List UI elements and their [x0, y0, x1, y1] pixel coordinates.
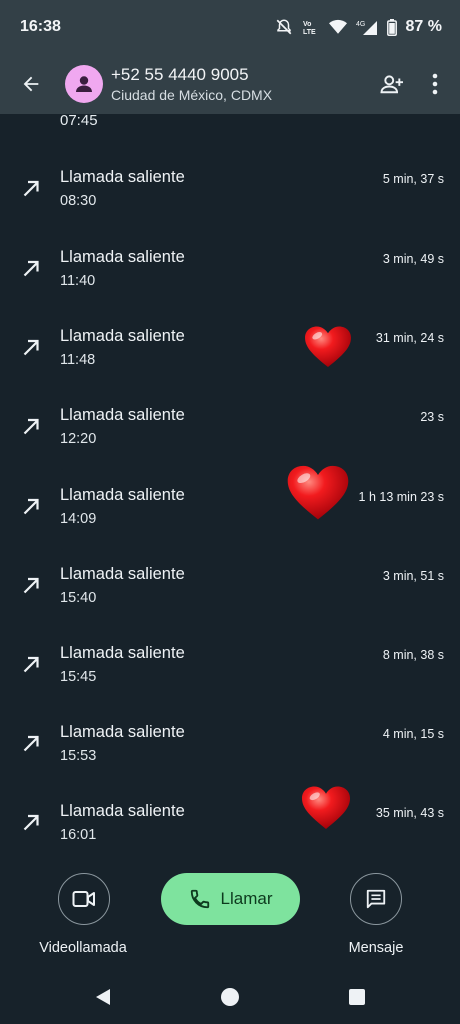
call-duration: 5 min, 37 s: [382, 172, 444, 186]
video-call-label: Videollamada: [39, 940, 127, 956]
call-row[interactable]: Llamada saliente 08:30 5 min, 37 s: [0, 162, 460, 241]
call-row[interactable]: Llamada saliente 15:40 3 min, 51 s: [0, 559, 460, 638]
outgoing-call-icon: [23, 339, 39, 356]
call-time: 12:20: [60, 431, 97, 447]
contact-phone: +52 55 4440 9005: [111, 65, 249, 84]
call-row[interactable]: Llamada saliente 12:20 23 s: [0, 400, 460, 479]
contact-info: +52 55 4440 9005 Ciudad de México, CDMX: [111, 64, 272, 104]
call-duration: 3 min, 51 s: [382, 569, 444, 583]
status-icons: Vo LTE 4G 87 %: [275, 18, 442, 36]
system-nav-bar: [0, 968, 460, 1024]
call-time: 15:53: [60, 748, 97, 764]
call-type: Llamada saliente: [60, 327, 185, 345]
nav-home-icon[interactable]: [219, 986, 241, 1008]
call-row[interactable]: Llamada saliente 15:53 4 min, 15 s: [0, 717, 460, 796]
call-time: 11:48: [60, 352, 96, 368]
call-type: Llamada saliente: [60, 802, 185, 820]
call-row[interactable]: Llamada saliente 11:40 3 min, 49 s: [0, 242, 460, 321]
action-bar: Videollamada Llamar Mensaje: [0, 858, 460, 968]
call-duration: 35 min, 43 s: [375, 806, 444, 820]
nav-back-icon[interactable]: [92, 986, 114, 1008]
call-duration: 23 s: [420, 410, 444, 424]
call-row[interactable]: Llamada saliente 11:48 31 min, 24 s: [0, 321, 460, 400]
call-time: 11:40: [60, 273, 96, 289]
call-time: 15:40: [60, 590, 97, 606]
call-row[interactable]: Llamada saliente 14:09 1 h 13 min 23 s: [0, 480, 460, 559]
person-icon: [76, 76, 92, 92]
outgoing-call-icon: [23, 577, 39, 594]
call-type: Llamada saliente: [60, 486, 185, 504]
call-duration: 4 min, 15 s: [382, 727, 444, 741]
video-call-button[interactable]: [58, 873, 110, 925]
message-label: Mensaje: [348, 940, 404, 956]
call-button[interactable]: Llamar: [161, 873, 300, 925]
call-time: 16:01: [60, 827, 97, 843]
outgoing-call-icon: [23, 735, 39, 752]
message-button[interactable]: [350, 873, 402, 925]
heart-sticker: [305, 326, 351, 368]
video-icon: [72, 891, 95, 907]
contact-location: Ciudad de México, CDMX: [111, 87, 273, 103]
partial-row-time: 07:45: [60, 114, 98, 129]
call-duration: 31 min, 24 s: [375, 331, 444, 345]
back-arrow-icon[interactable]: [3, 56, 59, 112]
signal-icon: 4G: [356, 19, 378, 35]
avatar: [65, 65, 103, 103]
outgoing-call-icon: [23, 814, 39, 831]
app-bar: +52 55 4440 9005 Ciudad de México, CDMX: [0, 54, 460, 114]
message-icon: [366, 889, 386, 909]
call-type: Llamada saliente: [60, 168, 185, 186]
more-vert-icon[interactable]: [417, 64, 453, 104]
nav-recents-icon[interactable]: [346, 986, 368, 1008]
call-duration: 1 h 13 min 23 s: [358, 490, 444, 504]
volte-icon: Vo LTE: [302, 19, 320, 35]
call-time: 15:45: [60, 669, 97, 685]
outgoing-call-icon: [23, 498, 39, 515]
call-history-list[interactable]: 07:45 Llamada saliente 08:30 5 min, 37 s…: [0, 114, 460, 858]
call-row[interactable]: Llamada saliente 16:01 35 min, 43 s: [0, 796, 460, 858]
svg-text:Vo: Vo: [303, 21, 311, 28]
call-type: Llamada saliente: [60, 723, 185, 741]
call-type: Llamada saliente: [60, 644, 185, 662]
call-button-label: Llamar: [220, 889, 273, 908]
call-time: 14:09: [60, 511, 97, 527]
heart-sticker: [301, 786, 351, 829]
call-type: Llamada saliente: [60, 565, 185, 583]
heart-sticker: [287, 465, 349, 520]
outgoing-call-icon: [23, 418, 39, 435]
outgoing-call-icon: [23, 656, 39, 673]
outgoing-call-icon: [23, 260, 39, 277]
call-type: Llamada saliente: [60, 248, 185, 266]
call-duration: 3 min, 49 s: [382, 252, 444, 266]
call-row[interactable]: Llamada saliente 15:45 8 min, 38 s: [0, 638, 460, 717]
status-bar: 16:38 Vo LTE 4G 87 %: [0, 0, 460, 54]
call-type: Llamada saliente: [60, 406, 185, 424]
call-duration: 8 min, 38 s: [382, 648, 444, 662]
call-time: 08:30: [60, 193, 97, 209]
battery-level: 87 %: [405, 18, 442, 35]
outgoing-call-icon: [23, 180, 39, 197]
phone-icon: [190, 889, 209, 909]
battery-icon: [386, 18, 397, 36]
network-type-label: 4G: [356, 21, 365, 28]
wifi-icon: [328, 19, 347, 35]
add-contact-icon[interactable]: [372, 64, 412, 104]
status-time: 16:38: [20, 18, 61, 35]
mute-icon: [275, 18, 293, 36]
svg-text:LTE: LTE: [303, 29, 316, 35]
